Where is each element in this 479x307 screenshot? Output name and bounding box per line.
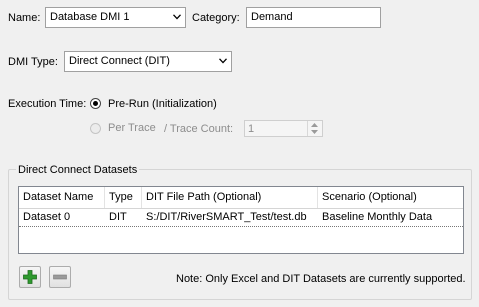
- cell-scenario[interactable]: Baseline Monthly Data: [318, 209, 432, 226]
- cell-dataset-name[interactable]: Dataset 0: [19, 209, 70, 226]
- name-value: Database DMI 1: [50, 11, 130, 23]
- chevron-down-icon: [219, 58, 227, 64]
- pre-run-radio[interactable]: [90, 98, 101, 109]
- add-dataset-button[interactable]: [19, 266, 41, 288]
- trace-count-spinner[interactable]: 1: [244, 120, 323, 137]
- column-header-dit-file-path[interactable]: DIT File Path (Optional): [142, 187, 318, 208]
- pre-run-label[interactable]: Pre-Run (Initialization): [108, 97, 217, 111]
- dmi-type-value: Direct Connect (DIT): [69, 55, 170, 67]
- column-header-dataset-name[interactable]: Dataset Name: [19, 187, 105, 208]
- name-combobox[interactable]: Database DMI 1: [45, 7, 186, 28]
- per-trace-radio[interactable]: [90, 123, 101, 134]
- cell-dit-file-path[interactable]: S:/DIT/RiverSMART_Test/test.db: [142, 209, 307, 226]
- execution-time-label: Execution Time:: [8, 98, 87, 110]
- datasets-table[interactable]: Dataset Name Type DIT File Path (Optiona…: [18, 186, 464, 254]
- remove-dataset-button[interactable]: [49, 266, 71, 288]
- radio-selected-dot: [93, 101, 98, 106]
- per-trace-label[interactable]: Per Trace: [108, 121, 156, 135]
- category-value: Demand: [251, 11, 293, 23]
- table-header: Dataset Name Type DIT File Path (Optiona…: [19, 187, 463, 209]
- dmi-type-label: DMI Type:: [8, 56, 58, 68]
- trace-count-label: / Trace Count:: [164, 123, 234, 135]
- trace-count-value: 1: [248, 123, 255, 135]
- datasets-group-title: Direct Connect Datasets: [16, 163, 140, 177]
- spinner-down-icon[interactable]: [311, 130, 318, 134]
- column-header-scenario[interactable]: Scenario (Optional): [318, 187, 463, 208]
- column-header-type[interactable]: Type: [105, 187, 142, 208]
- table-row[interactable]: Dataset 0 DIT S:/DIT/RiverSMART_Test/tes…: [19, 209, 463, 227]
- supported-datasets-note: Note: Only Excel and DIT Datasets are cu…: [176, 273, 466, 285]
- chevron-down-icon: [173, 14, 181, 20]
- cell-type[interactable]: DIT: [105, 209, 127, 226]
- dmi-type-combobox[interactable]: Direct Connect (DIT): [64, 51, 232, 72]
- plus-icon: [23, 270, 37, 284]
- category-label: Category:: [192, 12, 240, 24]
- spinner-buttons[interactable]: [307, 121, 322, 136]
- minus-icon: [53, 274, 67, 280]
- name-label: Name:: [8, 12, 41, 24]
- spinner-up-icon[interactable]: [311, 123, 318, 127]
- category-input[interactable]: Demand: [246, 7, 381, 28]
